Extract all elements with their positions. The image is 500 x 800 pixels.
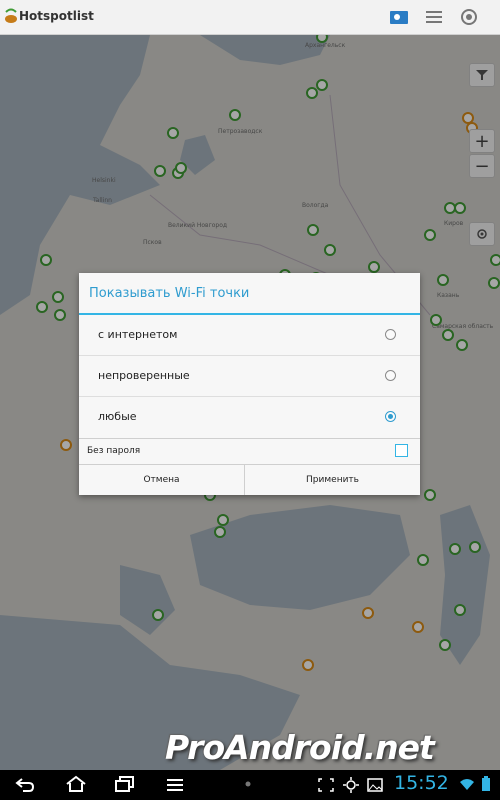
menu-icon[interactable]	[167, 778, 183, 792]
dialog-title: Показывать Wi-Fi точки	[89, 286, 250, 301]
action-bar: Hotspotlist	[0, 0, 500, 35]
gps-icon	[343, 777, 359, 793]
notification-dot-icon	[245, 781, 251, 787]
radio-button[interactable]	[385, 370, 396, 381]
no-password-row[interactable]: Без пароля	[79, 438, 420, 464]
wifi-filter-dialog: Показывать Wi-Fi точки с интернетом непр…	[79, 273, 420, 495]
app-logo-icon	[5, 8, 17, 23]
option-label: непроверенные	[98, 369, 190, 382]
radio-button[interactable]	[385, 329, 396, 340]
option-unverified[interactable]: непроверенные	[79, 356, 420, 397]
gallery-icon	[367, 778, 383, 792]
fullscreen-icon[interactable]	[318, 778, 334, 792]
option-with-internet[interactable]: с интернетом	[79, 315, 420, 356]
hamburger-icon[interactable]	[426, 10, 442, 24]
map-pin-icon[interactable]	[390, 9, 408, 25]
wifi-icon	[460, 779, 474, 790]
recent-apps-icon[interactable]	[115, 776, 135, 792]
home-icon[interactable]	[65, 775, 87, 793]
back-icon[interactable]	[15, 777, 35, 793]
dialog-buttons: Отмена Применить	[79, 464, 420, 495]
option-label: любые	[98, 410, 137, 423]
no-password-checkbox[interactable]	[395, 444, 408, 457]
option-any[interactable]: любые	[79, 397, 420, 438]
option-label: с интернетом	[98, 328, 178, 341]
no-password-label: Без пароля	[87, 446, 141, 456]
app-title: Hotspotlist	[19, 9, 94, 23]
radio-button-selected[interactable]	[385, 411, 396, 422]
target-icon[interactable]	[460, 8, 478, 26]
watermark: ProAndroid.net	[165, 728, 435, 767]
cancel-button[interactable]: Отмена	[79, 465, 245, 495]
clock: 15:52	[394, 772, 449, 794]
battery-icon	[482, 776, 490, 791]
apply-button[interactable]: Применить	[245, 465, 420, 495]
